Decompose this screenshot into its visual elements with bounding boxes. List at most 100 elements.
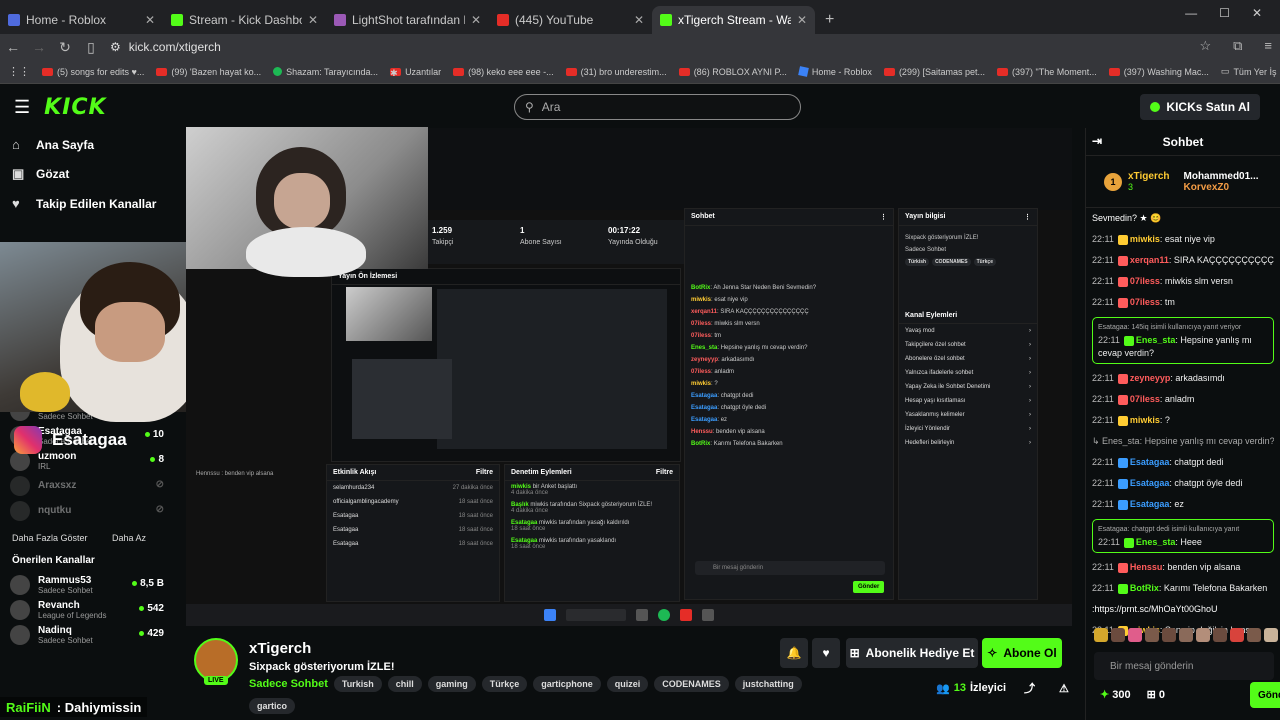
chat-send-button[interactable]: Gönd: [1250, 682, 1280, 708]
tab-close-icon[interactable]: ✕: [797, 13, 807, 27]
bookmark-star-icon[interactable]: ☆: [1199, 38, 1211, 54]
emote-icon[interactable]: [1213, 628, 1227, 642]
emote-icon[interactable]: [1111, 628, 1125, 642]
chat-username[interactable]: 07iless: [1130, 276, 1160, 286]
chat-username[interactable]: miwkis: [1130, 415, 1160, 425]
sidebar-channel[interactable]: Nadinq Sadece Sohbet 429: [0, 622, 180, 647]
stream-tag[interactable]: gaming: [427, 676, 476, 692]
tab-close-icon[interactable]: ✕: [145, 13, 155, 27]
bookmark-item[interactable]: (397) "The Moment...: [996, 67, 1097, 77]
browser-tab[interactable]: (445) YouTube ✕: [489, 6, 652, 34]
new-tab-icon[interactable]: +: [815, 6, 844, 34]
share-icon[interactable]: ⤴: [1024, 680, 1035, 696]
emote-icon[interactable]: [1247, 628, 1261, 642]
bookmarks-folder[interactable]: ▭ Tüm Yer İş: [1221, 66, 1280, 77]
notification-bell-button[interactable]: 🔔: [780, 638, 808, 668]
maximize-icon[interactable]: ☐: [1219, 6, 1230, 20]
bookmark-item[interactable]: Shazam: Tarayıcında...: [273, 67, 378, 77]
bookmark-item[interactable]: (299) [Saitamas pet...: [883, 67, 985, 77]
chat-username[interactable]: Esatagaa: [1130, 499, 1170, 509]
browser-tab[interactable]: Home - Roblox ✕: [0, 6, 163, 34]
url-field[interactable]: ⚙ kick.com/xtigerch: [110, 40, 221, 54]
chat-username[interactable]: Enes_sta: [1136, 537, 1176, 547]
stream-category[interactable]: Sadece Sohbet: [249, 678, 328, 690]
follow-button[interactable]: ✧ Abone Ol: [982, 638, 1062, 668]
emote-icon[interactable]: [1196, 628, 1210, 642]
emote-icon[interactable]: [1128, 628, 1142, 642]
emote-icon[interactable]: [1230, 628, 1244, 642]
channel-name[interactable]: xTigerch: [249, 640, 311, 657]
kick-logo[interactable]: KICK: [44, 95, 106, 120]
menu-icon[interactable]: ≡: [1264, 38, 1272, 54]
stream-tag[interactable]: justchatting: [734, 676, 802, 692]
nav-home[interactable]: ⌂ Ana Sayfa: [0, 130, 180, 159]
bookmark-item[interactable]: ✱ Uzantılar: [390, 67, 441, 78]
emote-icon[interactable]: [1145, 628, 1159, 642]
kicks-buy-button[interactable]: KICKs Satın Al: [1140, 94, 1260, 120]
sidebar-channel[interactable]: Rammus53 Sadece Sohbet 8,5 B: [0, 572, 180, 597]
chat-username[interactable]: 07iless: [1130, 394, 1160, 404]
stream-tag[interactable]: chill: [387, 676, 422, 692]
extensions-icon[interactable]: ⧉: [1233, 38, 1242, 54]
emote-icon[interactable]: [1179, 628, 1193, 642]
gifter-name[interactable]: Mohammed01...: [1184, 171, 1259, 182]
gifter-name[interactable]: xTigerch: [1128, 171, 1170, 182]
chat-username[interactable]: zeyneyyp: [1130, 373, 1171, 383]
stream-tag[interactable]: gartico: [249, 698, 296, 714]
stream-tag[interactable]: Türkçe: [481, 676, 528, 692]
minimize-icon[interactable]: —: [1185, 6, 1197, 20]
apps-icon[interactable]: ⋮⋮: [8, 65, 30, 78]
site-info-icon[interactable]: ⚙: [110, 40, 121, 54]
hamburger-icon[interactable]: ☰: [14, 97, 30, 118]
chat-username[interactable]: Henssu: [1130, 562, 1163, 572]
back-icon[interactable]: ←: [0, 39, 26, 55]
show-less-link[interactable]: Daha Az: [112, 533, 146, 543]
gift-sub-button[interactable]: ⊞ Abonelik Hediye Et: [846, 638, 978, 668]
chat-input[interactable]: Bir mesaj gönderin: [1094, 652, 1274, 680]
search-input[interactable]: ⚲ Ara: [514, 94, 801, 120]
stream-tag[interactable]: Turkish: [333, 676, 382, 692]
emote-icon[interactable]: [1162, 628, 1176, 642]
stream-tag[interactable]: garticphone: [533, 676, 601, 692]
close-window-icon[interactable]: ✕: [1252, 6, 1262, 20]
bookmark-item[interactable]: (397) Washing Mac...: [1108, 67, 1209, 77]
chat-username[interactable]: BotRix: [1130, 583, 1159, 593]
sidebar-icon[interactable]: ▯: [78, 39, 104, 56]
show-more-link[interactable]: Daha Fazla Göster: [12, 533, 88, 543]
report-icon[interactable]: ⚠: [1059, 682, 1069, 695]
emote-icon[interactable]: [1264, 628, 1278, 642]
browser-tab[interactable]: LightShot tarafından Ekran Görü ✕: [326, 6, 489, 34]
chat-username[interactable]: Esatagaa: [1130, 478, 1170, 488]
sidebar-channel[interactable]: Revanch League of Legends 542: [0, 597, 180, 622]
reload-icon[interactable]: ↻: [52, 39, 78, 56]
favorite-button[interactable]: ♥: [812, 638, 840, 668]
chat-username[interactable]: Enes_sta: [1136, 335, 1176, 345]
tab-close-icon[interactable]: ✕: [471, 13, 481, 27]
sidebar-channel[interactable]: nqutku ⊘: [0, 498, 180, 523]
stream-tag[interactable]: CODENAMES: [654, 676, 729, 692]
chat-username[interactable]: 07iless: [1130, 297, 1160, 307]
bookmark-item[interactable]: (99) 'Bazen hayat ko...: [156, 67, 261, 77]
collapse-chat-icon[interactable]: ⇥: [1092, 134, 1102, 148]
gifter-name[interactable]: KorvexZ0: [1184, 182, 1259, 193]
nav-following[interactable]: ♥ Takip Edilen Kanallar: [0, 189, 180, 218]
browser-tab[interactable]: Stream - Kick Dashboard ✕: [163, 6, 326, 34]
bookmark-item[interactable]: (86) ROBLOX AYNI P...: [678, 67, 787, 77]
bookmark-item[interactable]: (98) keko eee eee -...: [453, 67, 554, 77]
stream-tag[interactable]: quizei: [606, 676, 649, 692]
gift-count[interactable]: ⊞ 0: [1147, 688, 1165, 701]
bookmark-item[interactable]: Home - Roblox: [798, 66, 872, 77]
kicks-points[interactable]: ✦ 300: [1100, 688, 1131, 701]
forward-icon[interactable]: →: [26, 39, 52, 55]
chat-username[interactable]: miwkis: [1130, 234, 1160, 244]
bookmark-item[interactable]: (5) songs for edits ♥...: [42, 67, 144, 77]
sidebar-channel[interactable]: Araxsxz ⊘: [0, 473, 180, 498]
tab-close-icon[interactable]: ✕: [634, 13, 644, 27]
browser-tab[interactable]: xTigerch Stream - Watch Li ✕: [652, 6, 815, 34]
nav-browse[interactable]: ▣ Gözat: [0, 159, 180, 189]
emote-bar[interactable]: [1094, 628, 1280, 642]
emote-icon[interactable]: [1094, 628, 1108, 642]
bookmark-item[interactable]: (31) bro underestim...: [565, 67, 667, 77]
chat-username[interactable]: xerqan11: [1130, 255, 1169, 265]
tab-close-icon[interactable]: ✕: [308, 13, 318, 27]
